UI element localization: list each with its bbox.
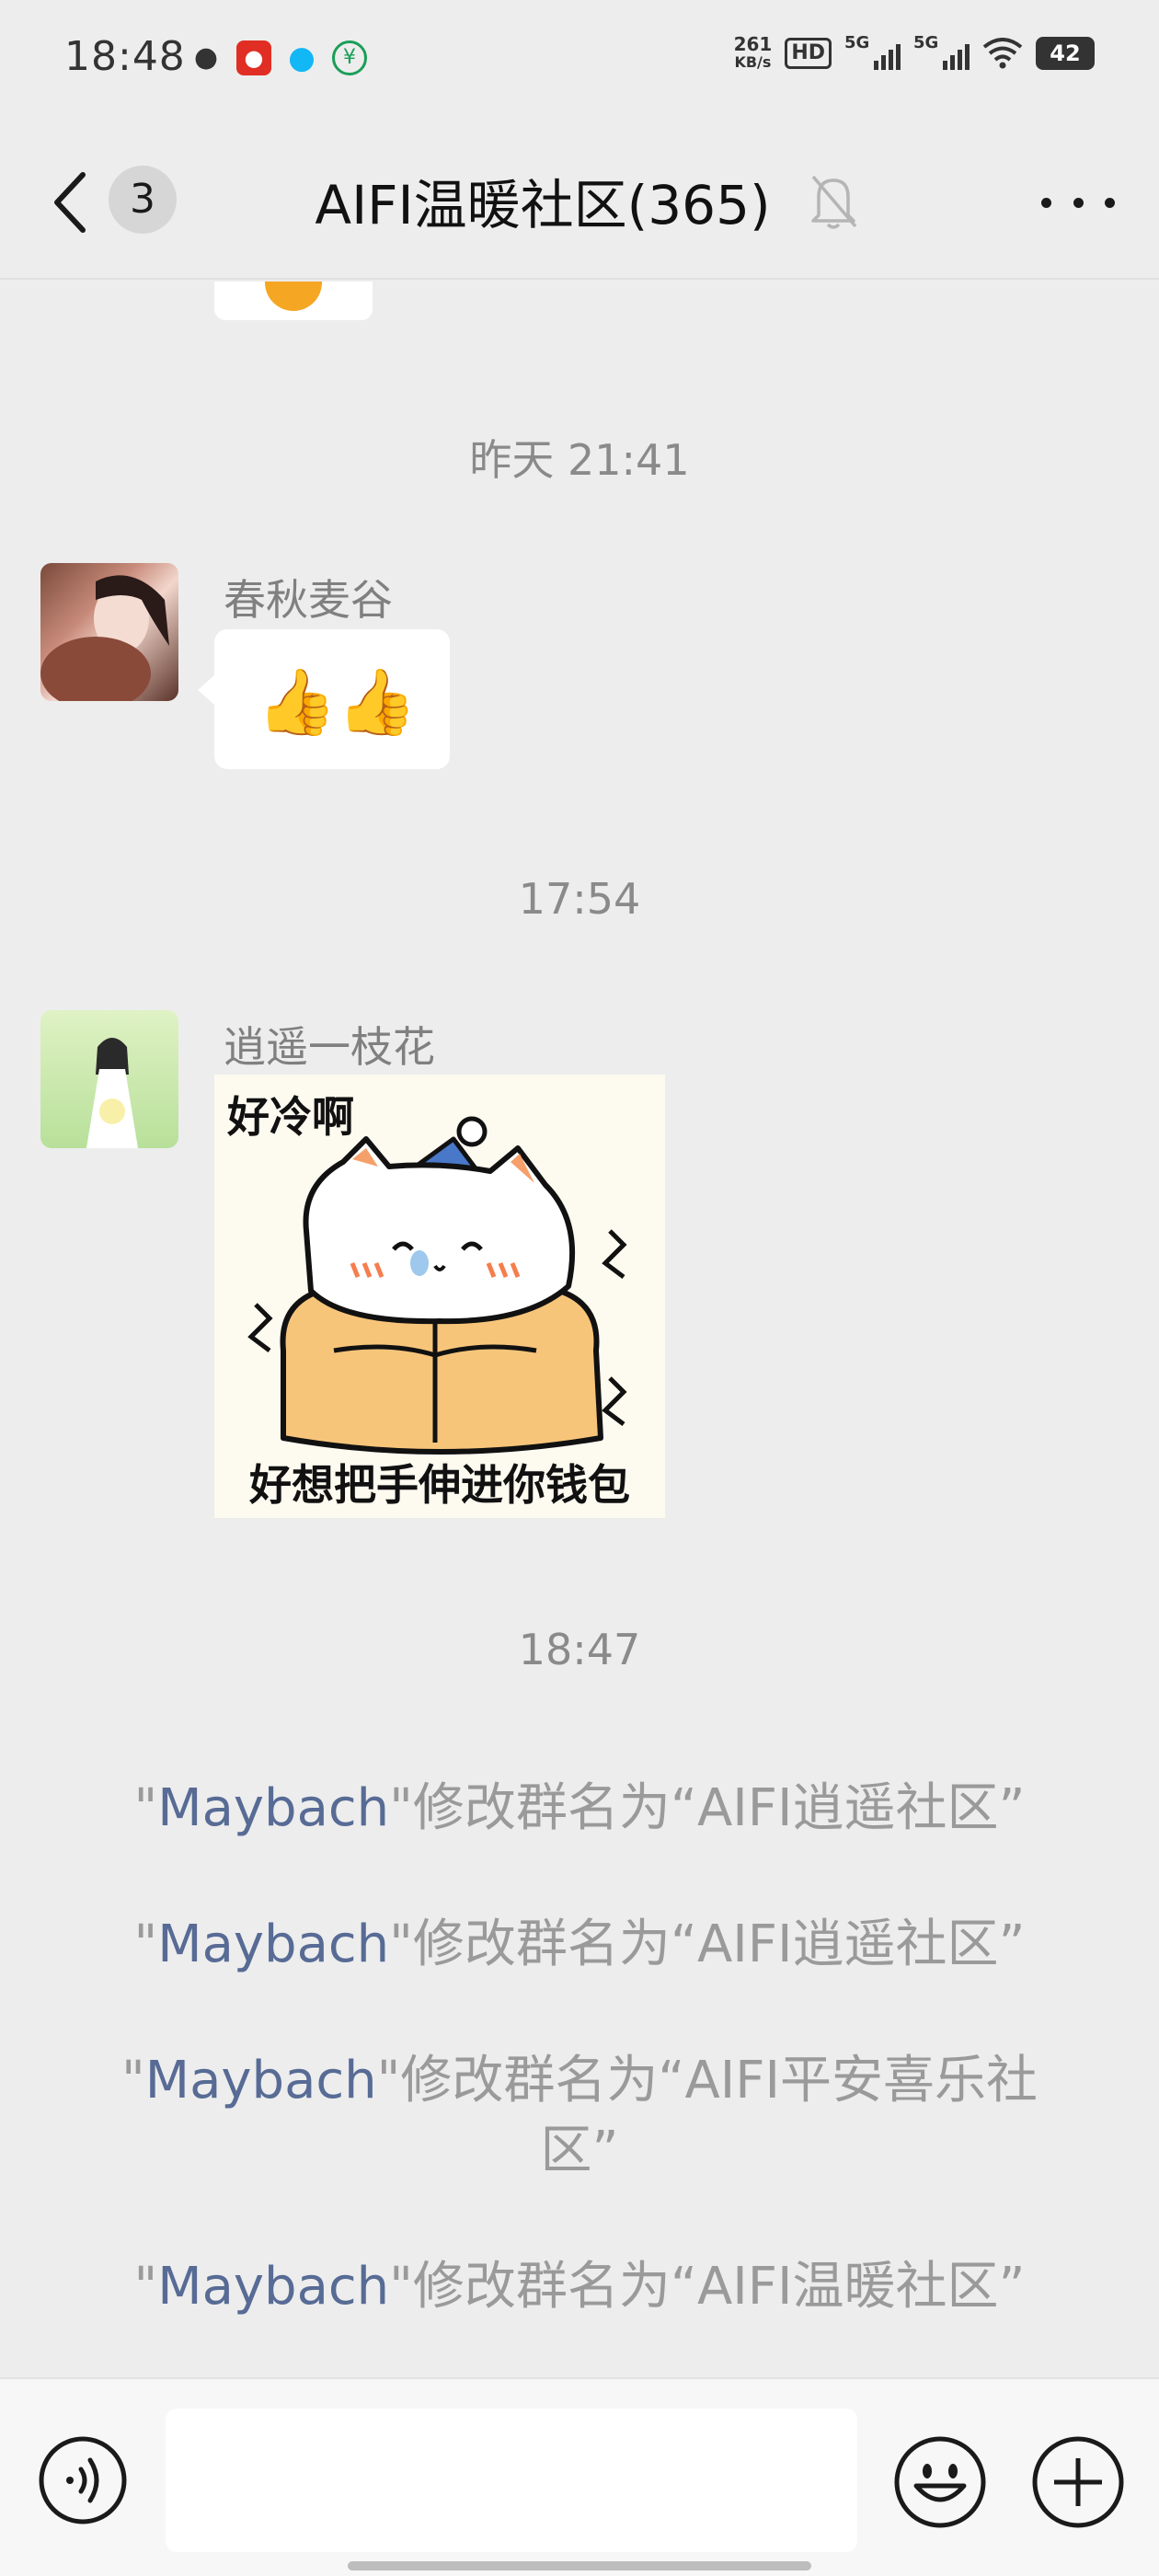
- pinduoduo-icon: ●: [236, 40, 271, 75]
- more-dots-icon[interactable]: [1041, 184, 1115, 221]
- quote-mark: ": [133, 2257, 158, 2317]
- system-message: "Maybach"修改群名为“AIFI平安喜乐社区”: [101, 2046, 1058, 2186]
- qq-icon: ●: [288, 40, 316, 76]
- network-rate-unit: KB/s: [734, 53, 772, 71]
- status-bar: 18:48 ● ● ● ¥ 261 KB/s HD 5G 5G 42: [0, 0, 1159, 125]
- wechat-icon: ●: [193, 41, 219, 74]
- network-rate: 261 KB/s: [734, 35, 773, 72]
- quote-mark: ": [120, 2051, 145, 2110]
- system-message-text: "修改群名为“AIFI逍遥社区”: [389, 1778, 1026, 1838]
- system-message: "Maybach"修改群名为“AIFI温暖社区”: [101, 2252, 1058, 2322]
- input-bar: [0, 2377, 1159, 2576]
- signal-icon-2: 5G: [913, 33, 970, 70]
- message-list[interactable]: 昨天 21:41 春秋麦谷 👍👍 17:54 逍遥一枝花 好冷啊 好想把手伸进你…: [0, 282, 1159, 2375]
- system-message-text: "修改群名为“AIFI平安喜乐社区”: [376, 2051, 1038, 2180]
- voice-icon[interactable]: [37, 2434, 129, 2526]
- signal-label-2: 5G: [913, 33, 939, 52]
- status-time: 18:48: [64, 33, 186, 80]
- sticker-caption-bottom: 好想把手伸进你钱包: [249, 1460, 630, 1510]
- battery-icon: 42: [1036, 37, 1095, 70]
- quote-mark: ": [133, 1778, 158, 1838]
- bank-icon: ¥: [332, 40, 367, 75]
- hd-icon: HD: [785, 38, 832, 69]
- message-bubble[interactable]: 👍👍: [198, 629, 450, 769]
- avatar-portrait: [86, 1038, 138, 1148]
- emoji-icon[interactable]: [892, 2434, 988, 2530]
- wifi-icon: [982, 38, 1023, 69]
- system-message-text: "修改群名为“AIFI温暖社区”: [389, 2257, 1026, 2317]
- signal-label-1: 5G: [844, 33, 870, 52]
- avatar[interactable]: [40, 1010, 178, 1148]
- message-input[interactable]: [166, 2409, 857, 2552]
- timestamp: 昨天 21:41: [469, 435, 690, 485]
- status-app-icons: ● ● ● ¥: [189, 40, 367, 75]
- system-message: "Maybach"修改群名为“AIFI逍遥社区”: [101, 1774, 1058, 1844]
- timestamp: 17:54: [518, 874, 641, 924]
- quote-mark: ": [133, 1915, 158, 1974]
- mute-bell-icon: [811, 175, 857, 229]
- system-message: "Maybach"修改群名为“AIFI逍遥社区”: [101, 1910, 1058, 1980]
- thumbs-up-emoji: 👍👍: [257, 664, 418, 740]
- user-name-link[interactable]: Maybach: [157, 1778, 389, 1838]
- sender-name: 逍遥一枝花: [224, 1022, 435, 1072]
- network-rate-value: 261: [733, 33, 773, 55]
- user-name-link[interactable]: Maybach: [145, 2051, 377, 2110]
- sender-name: 春秋麦谷: [224, 575, 393, 625]
- chat-title[interactable]: AIFI温暖社区(365): [0, 162, 1085, 239]
- signal-icon: 5G: [844, 33, 901, 70]
- chat-header: 3 AIFI温暖社区(365): [0, 125, 1159, 280]
- user-name-link[interactable]: Maybach: [157, 1915, 389, 1974]
- system-message-text: "修改群名为“AIFI逍遥社区”: [389, 1915, 1026, 1974]
- user-name-link[interactable]: Maybach: [157, 2257, 389, 2317]
- sticker-image[interactable]: 好冷啊 好想把手伸进你钱包: [214, 1075, 665, 1518]
- home-indicator[interactable]: [348, 2561, 811, 2570]
- avatar[interactable]: [40, 563, 178, 701]
- timestamp: 18:47: [518, 1625, 641, 1674]
- plus-icon[interactable]: [1030, 2434, 1126, 2530]
- avatar-portrait: [40, 575, 169, 701]
- status-indicators: 261 KB/s HD 5G 5G 42: [734, 33, 1095, 72]
